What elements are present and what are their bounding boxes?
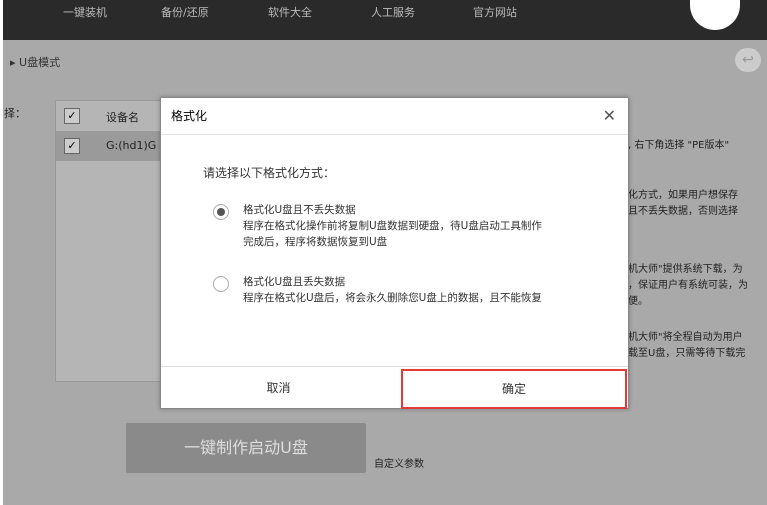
dialog-titlebar: 格式化 ✕	[161, 98, 628, 135]
device-name: G:(hd1)G	[106, 139, 157, 152]
dialog-prompt: 请选择以下格式化方式：	[203, 166, 336, 180]
info-text: 便。	[628, 296, 648, 307]
option-desc: 程序在格式化U盘后，将会永久删除您U盘上的数据，且不能恢复	[243, 292, 542, 304]
nav-item[interactable]: 一键装机	[63, 4, 107, 20]
custom-params-link[interactable]: 自定义参数	[374, 455, 424, 470]
row-checkbox[interactable]: ✓	[64, 138, 80, 154]
close-icon[interactable]: ✕	[603, 98, 616, 134]
info-text: 载至U盘，只需等待下载完	[628, 348, 746, 359]
option-title: 格式化U盘且不丢失数据	[243, 204, 356, 216]
option-desc: 完成后，程序将数据恢复到U盘	[243, 236, 388, 248]
option-lose-data[interactable]: 格式化U盘且丢失数据程序在格式化U盘后，将会永久删除您U盘上的数据，且不能恢复	[213, 274, 542, 306]
option-desc: 程序在格式化操作前将复制U盘数据到硬盘，待U盘启动工具制作	[243, 220, 542, 232]
column-header: 设备名	[106, 111, 139, 124]
back-button[interactable]: ↩	[735, 48, 761, 72]
nav-item[interactable]: 人工服务	[371, 4, 415, 20]
nav-item[interactable]: 备份/还原	[161, 4, 209, 20]
breadcrumb: ▸ U盘模式	[10, 56, 61, 69]
info-text: 机大师"提供系统下载，为	[628, 264, 743, 275]
radio-lose-data[interactable]	[213, 276, 229, 292]
select-label: 择：	[4, 107, 26, 120]
breadcrumb-label: U盘模式	[19, 56, 61, 69]
nav-item[interactable]: 软件大全	[268, 4, 312, 20]
info-text: ，保证用户有系统可装，为	[628, 280, 748, 291]
info-text: 化方式，如果用户想保存	[628, 190, 738, 201]
info-text: , 右下角选择 "PE版本"	[628, 140, 730, 151]
make-boot-usb-button[interactable]: 一键制作启动U盘	[126, 423, 366, 473]
confirm-button[interactable]: 确定	[401, 369, 627, 409]
cancel-button[interactable]: 取消	[161, 367, 396, 409]
option-keep-data[interactable]: 格式化U盘且不丢失数据程序在格式化操作前将复制U盘数据到硬盘，待U盘启动工具制作…	[213, 202, 542, 250]
format-dialog: 格式化 ✕ 请选择以下格式化方式： 格式化U盘且不丢失数据程序在格式化操作前将复制…	[160, 97, 629, 409]
option-title: 格式化U盘且丢失数据	[243, 276, 346, 288]
dialog-title: 格式化	[171, 109, 208, 123]
top-nav: 一键装机 备份/还原 软件大全 人工服务 官方网站	[3, 0, 767, 40]
radio-keep-data[interactable]	[213, 204, 229, 220]
info-text: 机大师"将全程自动为用户	[628, 332, 743, 343]
dialog-buttons: 取消 确定	[161, 366, 628, 409]
select-all-checkbox[interactable]: ✓	[64, 108, 80, 124]
info-text: 且不丢失数据，否则选择	[628, 206, 738, 217]
nav-item[interactable]: 官方网站	[473, 4, 517, 20]
